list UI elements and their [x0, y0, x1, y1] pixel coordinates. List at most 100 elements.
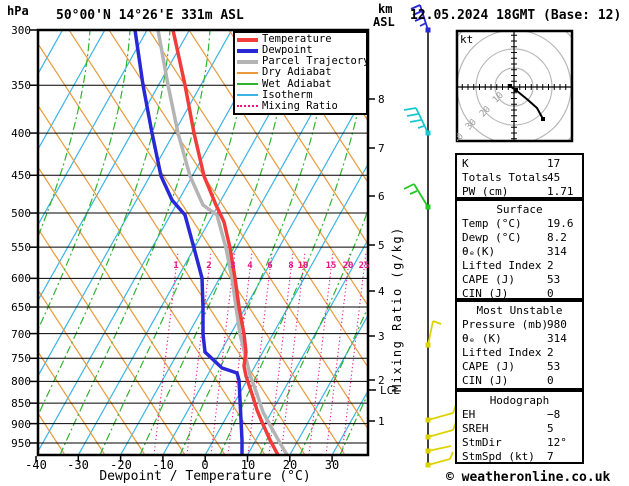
mixing-ratio-label: 20 — [342, 261, 354, 271]
stat-value: 314 — [547, 245, 567, 258]
legend-swatch-dewpoint-icon — [237, 48, 258, 53]
mixing-ratio-label: 2 — [206, 261, 212, 271]
mixing-ratio-label: 6 — [267, 261, 273, 271]
legend-item-dry-adiabat: Dry Adiabat — [237, 67, 364, 78]
stat-value: 12° — [547, 436, 567, 449]
pressure-tick-label: 900 — [11, 418, 31, 431]
legend: Temperature Dewpoint Parcel Trajectory Dry … — [233, 31, 369, 115]
mixing-ratio-label: 10 — [297, 261, 309, 271]
hodograph-ring-label: 40 — [457, 131, 466, 141]
panel-header: Most Unstable — [476, 304, 563, 317]
altitude-tick-label: 6 — [378, 190, 385, 203]
stat-row: EH −8 — [457, 408, 582, 422]
stat-value: −8 — [547, 408, 561, 421]
stat-row: CIN (J) 0 — [457, 287, 582, 301]
stat-value: 1.71 — [547, 185, 574, 198]
hodograph-ring-label: 20 — [477, 104, 493, 119]
stat-label: Pressure (mb) — [462, 318, 549, 331]
stat-label: CIN (J) — [462, 287, 509, 300]
stat-label: Temp (°C) — [462, 217, 522, 230]
stat-value: 980 — [547, 318, 567, 331]
wind-barb-icon — [425, 421, 457, 440]
stat-label: Totals Totals — [462, 171, 549, 184]
stat-row: CAPE (J) 53 — [457, 360, 582, 374]
pressure-tick-label: 300 — [11, 24, 31, 37]
stat-label: θₑ (K) — [462, 332, 502, 345]
stat-row: PW (cm) 1.71 — [457, 185, 582, 199]
stat-value: 0 — [547, 374, 554, 387]
stat-value: 19.6 — [547, 217, 574, 230]
stat-row: Totals Totals 45 — [457, 171, 582, 185]
mixing-ratio-label: 3 — [230, 261, 236, 271]
mixing-ratio-label: 4 — [247, 261, 253, 271]
legend-item-mixing-ratio: Mixing Ratio — [237, 99, 364, 112]
stat-label: CAPE (J) — [462, 360, 515, 373]
hodograph-ring-label: 10 — [491, 90, 506, 106]
stat-row: Temp (°C) 19.6 — [457, 217, 582, 231]
hodograph-ring-labels: 10 20 30 40 — [457, 31, 572, 141]
stat-label: Lifted Index — [462, 259, 542, 272]
stat-label: Dewp (°C) — [462, 231, 522, 244]
stat-label: EH — [462, 408, 476, 421]
wind-barb-icon — [425, 445, 452, 454]
stat-value: 2 — [547, 259, 554, 272]
stat-value: 5 — [547, 422, 554, 435]
legend-swatch-isotherm-icon — [237, 94, 258, 97]
stat-label: θₑ(K) — [462, 245, 496, 258]
altitude-tick-label: 5 — [378, 239, 385, 252]
stat-row: StmSpd (kt) 7 — [457, 450, 582, 464]
pressure-tick-label: 850 — [11, 397, 31, 410]
stat-row: SREH 5 — [457, 422, 582, 436]
panel-most-unstable: Most Unstable Pressure (mb) 980 θₑ (K) 314 Li… — [455, 300, 584, 390]
panel-indices: K 17 Totals Totals 45 PW (cm) 1.71 — [455, 153, 584, 199]
pressure-tick-label: 700 — [11, 328, 31, 341]
stat-label: CIN (J) — [462, 374, 509, 387]
pressure-tick-label: 550 — [11, 241, 31, 254]
pressure-tick-label: 400 — [11, 127, 31, 140]
stat-value: 7 — [547, 450, 554, 463]
legend-label: Mixing Ratio — [262, 99, 338, 112]
panel-header: Surface — [496, 203, 543, 216]
altitude-tick-label: 3 — [378, 330, 385, 343]
wind-barb-icon — [403, 107, 431, 136]
temperature-tick-label: -40 — [25, 458, 47, 472]
copyright: © weatheronline.co.uk — [446, 470, 611, 485]
pressure-tick-label: 650 — [11, 301, 31, 314]
stat-label: StmSpd (kt) — [462, 450, 535, 463]
legend-label: Dry Adiabat — [262, 66, 332, 79]
legend-swatch-dry-adiabat-icon — [237, 71, 258, 74]
stat-row: K 17 — [457, 157, 582, 171]
stat-row: CIN (J) 0 — [457, 374, 582, 388]
altitude-tick-label: 1 — [378, 415, 385, 428]
datetime-label: 12.05.2024 18GMT (Base: 12) — [410, 8, 622, 23]
legend-label: Wet Adiabat — [262, 77, 332, 90]
altitude-tick-label: 7 — [378, 142, 385, 155]
stat-row: Lifted Index 2 — [457, 346, 582, 360]
stat-value: 45 — [547, 171, 561, 184]
pressure-tick-label: 750 — [11, 352, 31, 365]
mixing-ratio-label: 15 — [325, 261, 337, 271]
pressure-tick-label: 800 — [11, 375, 31, 388]
stat-label: K — [462, 157, 469, 170]
stat-row: CAPE (J) 53 — [457, 273, 582, 287]
hodograph-ring-label: 30 — [464, 117, 479, 133]
stat-row: θₑ (K) 314 — [457, 332, 582, 346]
lcl-label: LCL — [380, 384, 400, 397]
stat-value: 8.2 — [547, 231, 567, 244]
panel-header: Hodograph — [489, 394, 550, 407]
pressure-tick-label: 450 — [11, 169, 31, 182]
wind-barb-icon — [425, 451, 454, 468]
legend-swatch-parcel-trajectory-icon — [237, 59, 258, 64]
stat-row: StmDir 12° — [457, 436, 582, 450]
mixing-ratio-label: 25 — [358, 261, 370, 271]
altitude-unit-asl-label: ASL — [373, 15, 395, 29]
page-title: 50°00'N 14°26'E 331m ASL — [56, 8, 244, 23]
stat-label: CAPE (J) — [462, 273, 515, 286]
pressure-unit-label: hPa — [7, 4, 29, 18]
stat-label: SREH — [462, 422, 489, 435]
panel-surface: Surface Temp (°C) 19.6 Dewp (°C) 8.2 θₑ(K) 314… — [455, 199, 584, 300]
stat-value: 0 — [547, 287, 554, 300]
x-axis-title: Dewpoint / Temperature (°C) — [99, 469, 311, 484]
right-axis-title: Mixing Ratio (g/kg) — [390, 226, 404, 392]
pressure-tick-label: 950 — [11, 437, 31, 450]
